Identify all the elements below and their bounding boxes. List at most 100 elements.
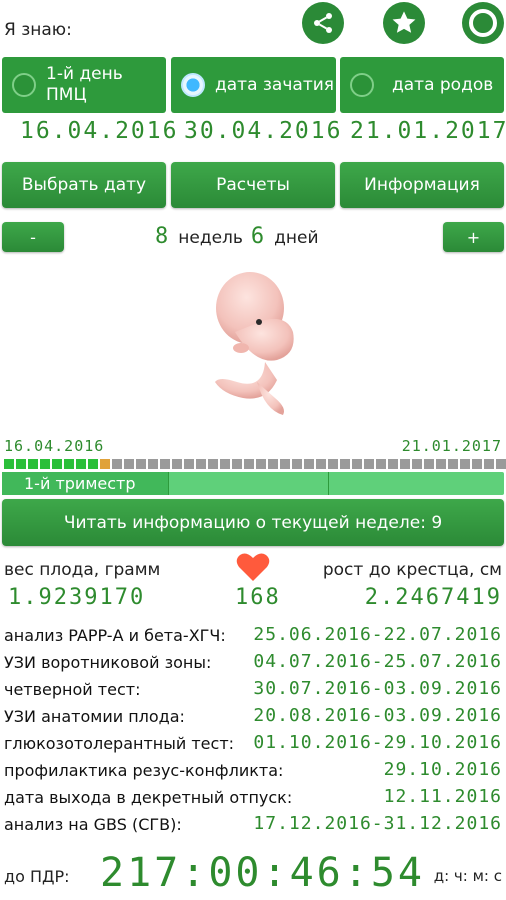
schedule-value: 17.12.2016-31.12.2016 (253, 813, 502, 834)
timeline-segment (292, 459, 302, 469)
weeks-value: 8 (155, 224, 171, 249)
minus-button[interactable]: - (2, 222, 64, 252)
timeline-segment (328, 459, 338, 469)
timeline-segment (436, 459, 446, 469)
trimester-bar: 1-й триместр (2, 472, 504, 495)
embryo-image (215, 272, 294, 415)
heart-icon (236, 553, 270, 581)
weight-label: вес плода, грамм (4, 560, 161, 580)
schedule-label: дата выхода в декретный отпуск: (4, 788, 293, 807)
timeline-segment (412, 459, 422, 469)
tab-lmp[interactable]: 1-й день ПМЦ (2, 57, 166, 113)
ring-icon (469, 9, 497, 37)
timeline-segment (424, 459, 434, 469)
schedule-value: 25.06.2016-22.07.2016 (253, 624, 502, 645)
timeline-segment (4, 459, 14, 469)
days-label: дней (274, 228, 319, 248)
timeline-segment (448, 459, 458, 469)
timeline-segment (244, 459, 254, 469)
heart-rate-value: 168 (235, 585, 281, 610)
settings-button[interactable] (462, 2, 504, 44)
timeline-segment (376, 459, 386, 469)
timeline-segment (304, 459, 314, 469)
schedule-label: анализ PAPP-А и бета-ХГЧ: (4, 626, 226, 645)
timeline-segment (124, 459, 134, 469)
timeline-segment (64, 459, 74, 469)
timeline-segment (232, 459, 242, 469)
timeline-segment (76, 459, 86, 469)
due-date: 21.01.2017 (350, 118, 506, 144)
information-button[interactable]: Информация (340, 162, 504, 208)
timeline-segment (40, 459, 50, 469)
schedule-label: профилактика резус-конфликта: (4, 761, 284, 780)
timeline-segment (256, 459, 266, 469)
schedule-label: четверной тест: (4, 680, 141, 699)
schedule-value: 12.11.2016 (383, 786, 502, 807)
length-label: рост до крестца, см (322, 560, 502, 580)
schedule-value: 04.07.2016-25.07.2016 (253, 651, 502, 672)
tab-lmp-label: 1-й день ПМЦ (46, 64, 123, 105)
timeline-segment (196, 459, 206, 469)
timeline-end: 21.01.2017 (401, 437, 502, 455)
timeline-segment (100, 459, 110, 469)
schedule-value: 29.10.2016 (383, 759, 502, 780)
star-icon (392, 11, 416, 33)
radio-conception[interactable] (181, 73, 205, 97)
conception-date: 30.04.2016 (184, 118, 343, 144)
schedule-value: 20.08.2016-03.09.2016 (253, 705, 502, 726)
lmp-date: 16.04.2016 (20, 118, 179, 144)
share-button[interactable] (302, 2, 344, 44)
countdown-value: 217:00:46:54 (100, 850, 425, 896)
length-value: 2.2467419 (364, 585, 502, 610)
radio-due-date[interactable] (350, 73, 374, 97)
share-icon (314, 13, 332, 33)
timeline-segment (460, 459, 470, 469)
choose-date-button[interactable]: Выбрать дату (2, 162, 166, 208)
timeline-segment (316, 459, 326, 469)
timeline-segment (112, 459, 122, 469)
timeline-segment (208, 459, 218, 469)
radio-lmp[interactable] (12, 73, 36, 97)
timeline-segment (280, 459, 290, 469)
timeline-segment (172, 459, 182, 469)
week-counter: 8 недель 6 дней (155, 224, 319, 249)
countdown-units: д: ч: м: с (433, 867, 502, 885)
timeline-segment (340, 459, 350, 469)
timeline-start: 16.04.2016 (4, 437, 105, 455)
tab-due-date[interactable]: дата родов (340, 57, 504, 113)
timeline-segment (28, 459, 38, 469)
timeline-segment (472, 459, 482, 469)
schedule-label: УЗИ анатомии плода: (4, 707, 185, 726)
favorite-button[interactable] (383, 2, 425, 44)
timeline-segment (496, 459, 506, 469)
read-week-info-button[interactable]: Читать информацию о текущей неделе: 9 (2, 499, 504, 546)
timeline-progress-bar (4, 459, 506, 469)
timeline-segment (400, 459, 410, 469)
timeline-segment (184, 459, 194, 469)
tab-conception[interactable]: дата зачатия (171, 57, 336, 113)
timeline-segment (352, 459, 362, 469)
timeline-segment (160, 459, 170, 469)
plus-button[interactable]: + (443, 222, 504, 252)
schedule-value: 01.10.2016-29.10.2016 (253, 732, 502, 753)
calculations-button[interactable]: Расчеты (171, 162, 335, 208)
countdown-label: до ПДР: (4, 867, 70, 886)
timeline-segment (364, 459, 374, 469)
schedule-label: глюкозотолерантный тест: (4, 734, 235, 753)
schedule-label: УЗИ воротниковой зоны: (4, 653, 212, 672)
schedule-label: анализ на GBS (СГВ): (4, 815, 182, 834)
timeline-segment (484, 459, 494, 469)
timeline-segment (88, 459, 98, 469)
schedule-value: 30.07.2016-03.09.2016 (253, 678, 502, 699)
tab-due-date-label: дата родов (392, 75, 494, 95)
timeline-segment (136, 459, 146, 469)
trimester-label: 1-й триместр (24, 474, 136, 493)
timeline-segment (220, 459, 230, 469)
timeline-segment (268, 459, 278, 469)
timeline-segment (52, 459, 62, 469)
timeline-segment (388, 459, 398, 469)
header-label: Я знаю: (4, 20, 72, 40)
days-value: 6 (250, 224, 267, 249)
tab-conception-label: дата зачатия (215, 75, 334, 95)
trimester-divider-1 (167, 472, 169, 495)
